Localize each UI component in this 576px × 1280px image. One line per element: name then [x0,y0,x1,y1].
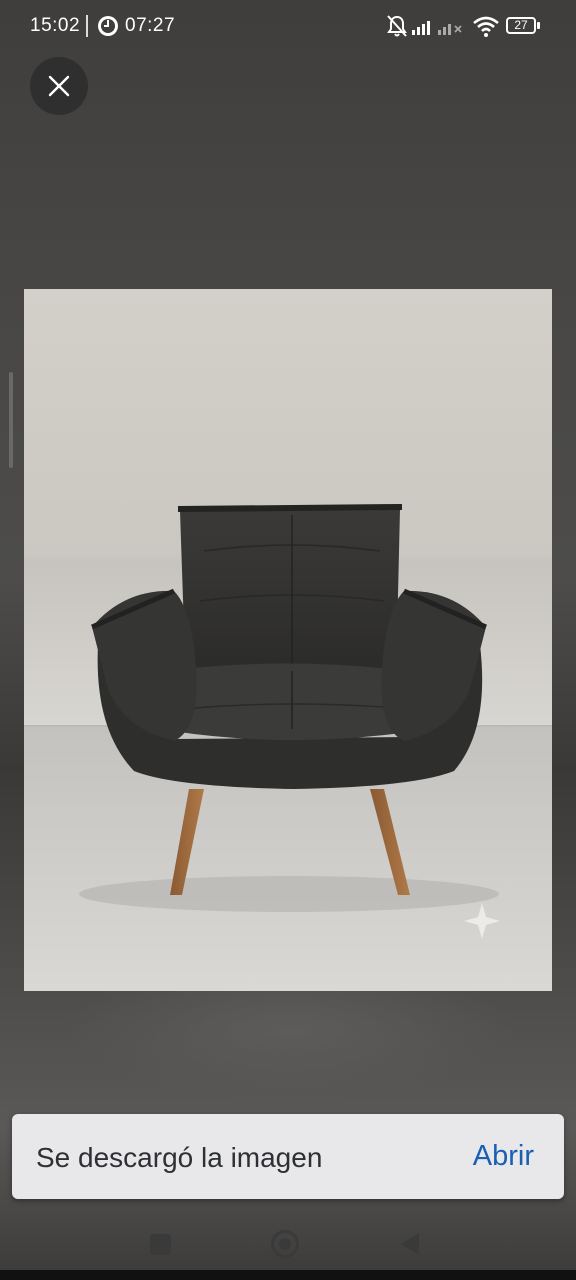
scroll-handle[interactable] [9,372,13,468]
armchair-image[interactable] [24,289,552,991]
recents-icon[interactable] [150,1234,171,1255]
home-icon[interactable] [271,1230,299,1258]
open-button[interactable]: Abrir [473,1140,534,1173]
clock-icon [96,14,120,44]
battery-tip [537,22,540,29]
signal-icon [410,15,466,43]
download-snackbar: Se descargó la imagen Abrir [12,1114,564,1199]
bell-off-icon [386,14,408,44]
wifi-icon [472,14,500,44]
status-timer: 07:27 [125,15,176,36]
battery-icon: 27 [506,17,536,34]
bottom-edge [0,1270,576,1280]
snackbar-message: Se descargó la imagen [36,1142,323,1173]
close-button[interactable] [30,57,88,115]
status-separator [86,15,88,37]
status-bar: 15:02 07:27 27 [0,0,576,54]
close-icon [48,75,70,97]
status-time: 15:02 [30,15,81,36]
back-icon[interactable] [401,1233,419,1255]
